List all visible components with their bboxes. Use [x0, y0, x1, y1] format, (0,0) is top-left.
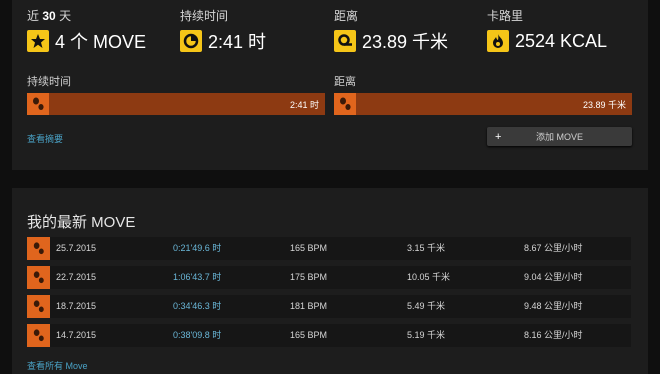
view-summary-link[interactable]: 查看摘要: [27, 132, 63, 145]
duration-bar[interactable]: 2:41 时: [27, 93, 325, 115]
table-row[interactable]: 25.7.2015 0:21'49.6 时 165 BPM 3.15 千米 8.67 公…: [27, 237, 631, 260]
row-distance: 3.15 千米: [407, 243, 446, 253]
stat-duration: 持续时间 2:41 时: [180, 8, 266, 54]
summary-panel: 近 30 天 4 个 MOVE 持续时间 2:41 时 距离 23.89 千米 …: [12, 0, 648, 170]
row-bpm: 165 BPM: [290, 330, 328, 340]
row-speed: 8.67 公里/小时: [524, 243, 583, 253]
row-distance: 10.05 千米: [407, 272, 451, 282]
row-duration[interactable]: 1:06'43.7 时: [173, 266, 221, 289]
row-bpm: 165 BPM: [290, 243, 328, 253]
period-number: 30: [42, 9, 56, 23]
table-row[interactable]: 14.7.2015 0:38'09.8 时 165 BPM 5.19 千米 8.16 公…: [27, 324, 631, 347]
shoe-icon: [27, 295, 50, 318]
distance-value: 23.89 千米: [362, 32, 449, 52]
moves-value: 4 个 MOVE: [55, 32, 147, 52]
row-duration[interactable]: 0:21'49.6 时: [173, 237, 221, 260]
row-speed: 9.04 公里/小时: [524, 272, 583, 282]
row-distance: 5.19 千米: [407, 330, 446, 340]
period-prefix: 近: [27, 9, 40, 23]
duration-bar-label: 持续时间: [27, 76, 71, 88]
row-speed: 9.48 公里/小时: [524, 301, 583, 311]
distance-bar[interactable]: 23.89 千米: [334, 93, 632, 115]
duration-value: 2:41 时: [208, 32, 267, 52]
stat-moves: 近 30 天 4 个 MOVE: [27, 8, 146, 54]
row-date: 22.7.2015: [56, 272, 97, 282]
shoe-icon: [27, 266, 50, 289]
period-label: 近 30 天: [27, 8, 146, 24]
section-title: 我的最新 MOVE: [27, 214, 136, 231]
row-speed: 8.16 公里/小时: [524, 330, 583, 340]
duration-label: 持续时间: [180, 9, 229, 23]
row-distance: 5.49 千米: [407, 301, 446, 311]
calories-label: 卡路里: [487, 9, 524, 23]
calories-value: 2524 KCAL: [515, 30, 608, 51]
row-date: 14.7.2015: [56, 330, 97, 340]
plus-icon: +: [495, 130, 502, 143]
shoe-icon: [27, 324, 50, 347]
row-duration[interactable]: 0:34'46.3 时: [173, 295, 221, 318]
view-all-moves-link[interactable]: 查看所有 Move: [27, 359, 88, 372]
row-date: 25.7.2015: [56, 243, 97, 253]
distance-icon: [334, 30, 356, 52]
table-row[interactable]: 22.7.2015 1:06'43.7 时 175 BPM 10.05 千米 9.04 …: [27, 266, 631, 289]
distance-bar-label: 距离: [334, 76, 356, 88]
stat-calories: 卡路里 2524 KCAL: [487, 8, 607, 54]
add-move-label: 添加 MOVE: [535, 132, 583, 142]
clock-icon: [180, 30, 202, 52]
distance-bar-value: 23.89 千米: [582, 99, 626, 110]
table-row[interactable]: 18.7.2015 0:34'46.3 时 181 BPM 5.49 千米 9.48 公…: [27, 295, 631, 318]
row-duration[interactable]: 0:38'09.8 时: [173, 324, 221, 347]
add-move-button[interactable]: + 添加 MOVE: [487, 127, 632, 146]
period-suffix: 天: [59, 9, 72, 23]
row-bpm: 175 BPM: [290, 272, 328, 282]
shoe-icon: [334, 93, 356, 115]
distance-label: 距离: [334, 9, 359, 23]
shoe-icon: [27, 93, 49, 115]
stat-distance: 距离 23.89 千米: [334, 8, 448, 54]
star-icon: [27, 30, 49, 52]
shoe-icon: [27, 237, 50, 260]
row-date: 18.7.2015: [56, 301, 97, 311]
duration-bar-value: 2:41 时: [289, 99, 319, 110]
flame-icon: [487, 30, 509, 52]
latest-moves-panel: 我的最新 MOVE 25.7.2015 0:21'49.6 时 165 BPM 3.1…: [12, 188, 648, 374]
row-bpm: 181 BPM: [290, 301, 328, 311]
